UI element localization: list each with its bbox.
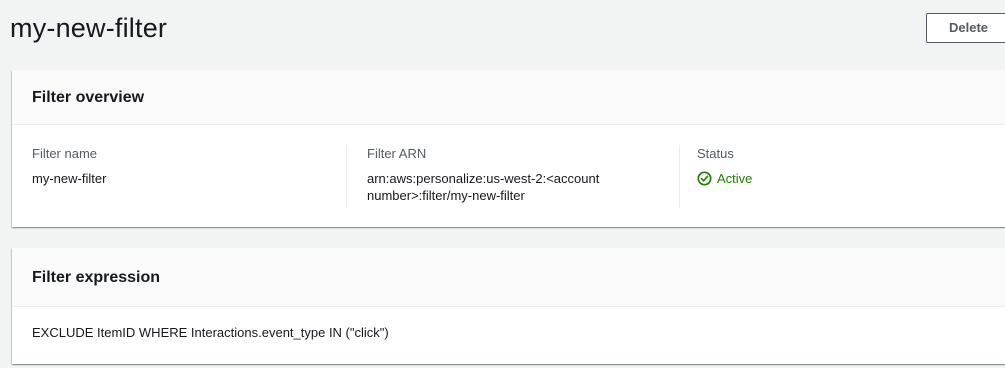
status-value: Active: [717, 171, 753, 186]
status-label: Status: [697, 146, 734, 161]
delete-button[interactable]: Delete: [926, 13, 1005, 43]
column-divider: [679, 145, 680, 208]
filter-arn-field: Filter ARN arn:aws:personalize:us-west-2…: [367, 145, 677, 204]
filter-arn-label: Filter ARN: [367, 146, 427, 161]
filter-overview-header: Filter overview: [12, 70, 1005, 125]
page-title: my-new-filter: [10, 13, 168, 43]
filter-name-value: my-new-filter: [32, 171, 107, 186]
status-indicator: Active: [697, 170, 997, 187]
status-field: Status Active: [697, 145, 997, 187]
filter-expression-value: EXCLUDE ItemID WHERE Interactions.event_…: [32, 325, 389, 340]
page-header: my-new-filter Delete: [0, 0, 1005, 60]
filter-arn-value: arn:aws:personalize:us-west-2:<account n…: [367, 171, 600, 203]
filter-name-field: Filter name my-new-filter: [32, 145, 342, 187]
filter-name-label: Filter name: [32, 146, 98, 161]
filter-expression-title: Filter expression: [32, 269, 161, 286]
filter-overview-title: Filter overview: [32, 89, 145, 106]
column-divider: [346, 145, 347, 208]
filter-overview-panel: Filter overview Filter name my-new-filte…: [12, 70, 1005, 227]
check-circle-icon: [697, 171, 712, 186]
filter-expression-panel: Filter expression EXCLUDE ItemID WHERE I…: [12, 248, 1005, 364]
filter-expression-header: Filter expression: [12, 248, 1005, 307]
